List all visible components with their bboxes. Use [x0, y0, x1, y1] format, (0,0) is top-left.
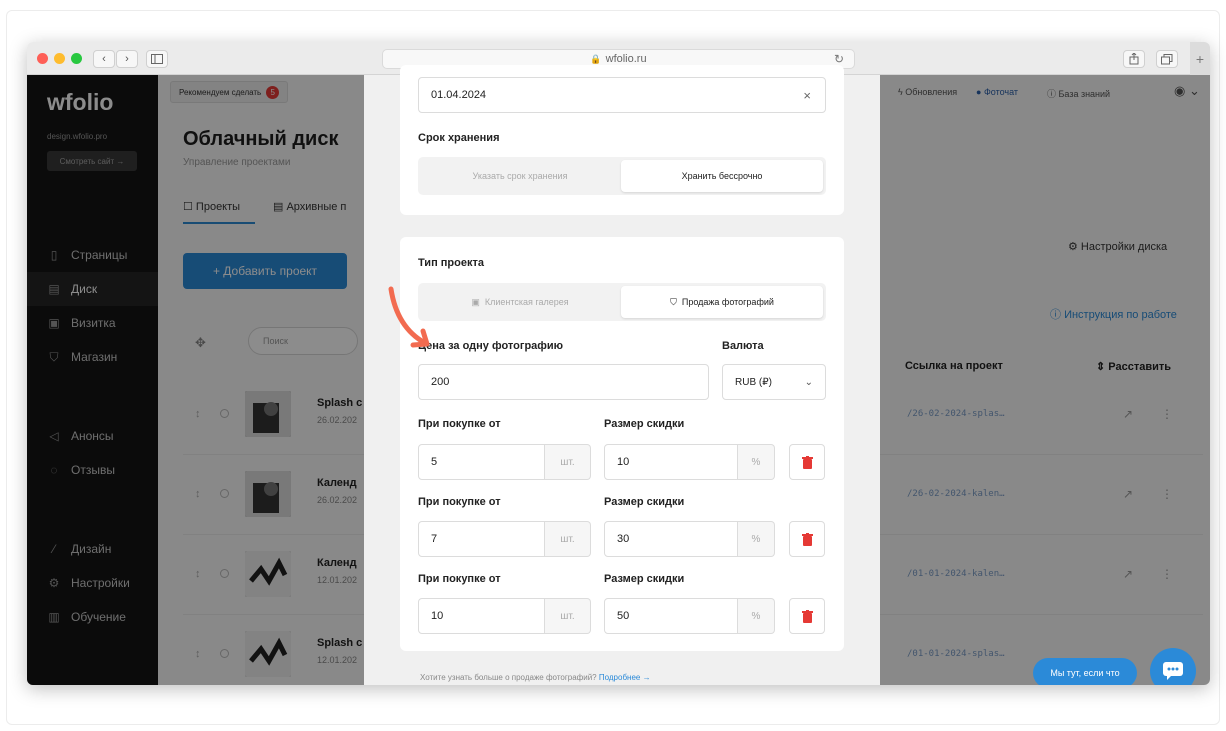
- percent-unit: %: [738, 598, 775, 634]
- image-icon: ▣: [471, 296, 480, 307]
- type-option-label: Продажа фотографий: [681, 297, 774, 307]
- cart-icon: ⛉: [670, 296, 677, 307]
- browser-window: ‹ › 🔒 wfolio.ru ↻ + wfolio design.wfolio…: [27, 42, 1210, 685]
- sidebar-icon: [151, 54, 163, 64]
- storage-toggle: Указать срок хранения Хранить бессрочно: [418, 157, 826, 195]
- storage-option-forever[interactable]: Хранить бессрочно: [621, 160, 823, 192]
- share-button[interactable]: [1123, 50, 1145, 68]
- storage-option-set-term[interactable]: Указать срок хранения: [421, 160, 619, 192]
- forward-button[interactable]: ›: [116, 50, 138, 68]
- trash-icon: [801, 609, 813, 623]
- share-icon: [1129, 53, 1139, 65]
- trash-icon: [801, 455, 813, 469]
- currency-label: Валюта: [722, 340, 764, 352]
- currency-value: RUB (₽): [735, 376, 772, 388]
- price-label: Цена за одну фотографию: [418, 340, 564, 352]
- storage-label: Срок хранения: [418, 132, 500, 144]
- tabs-icon: [1161, 53, 1173, 64]
- discount-percent-input[interactable]: 50: [604, 598, 738, 634]
- price-input[interactable]: 200: [418, 364, 709, 400]
- project-type-panel: Тип проекта ▣ Клиентская галерея ⛉ Продажа…: [400, 237, 844, 651]
- date-value: 01.04.2024: [431, 89, 487, 101]
- reload-icon[interactable]: ↻: [834, 52, 844, 66]
- close-window-button[interactable]: [37, 53, 48, 64]
- currency-select[interactable]: RUB (₽) ⌄: [722, 364, 826, 400]
- chevron-right-icon: ›: [125, 53, 129, 65]
- discount-qty-input[interactable]: 7: [418, 521, 545, 557]
- qty-unit: шт.: [545, 598, 591, 634]
- discount-size-label: Размер скидки: [604, 418, 685, 430]
- learn-more-note: Хотите узнать больше о продаже фотографи…: [420, 673, 651, 682]
- chat-prompt-button[interactable]: Мы тут, если что: [1033, 658, 1137, 685]
- lock-icon: 🔒: [590, 53, 602, 64]
- discount-percent-input[interactable]: 10: [604, 444, 738, 480]
- delete-discount-button[interactable]: [789, 521, 825, 557]
- project-type-toggle: ▣ Клиентская галерея ⛉ Продажа фотографий: [418, 283, 826, 321]
- discount-from-label: При покупке от: [418, 573, 501, 585]
- discount-from-label: При покупке от: [418, 418, 501, 430]
- learn-more-link[interactable]: Подробнее →: [599, 673, 651, 682]
- tabs-overview-button[interactable]: [1156, 50, 1178, 68]
- discount-size-label: Размер скидки: [604, 496, 685, 508]
- chevron-left-icon: ‹: [102, 53, 106, 65]
- type-option-label: Клиентская галерея: [484, 297, 569, 307]
- project-settings-modal: 01.04.2024 × Срок хранения Указать срок …: [364, 65, 880, 685]
- date-field[interactable]: 01.04.2024 ×: [418, 77, 826, 113]
- maximize-window-button[interactable]: [71, 53, 82, 64]
- percent-unit: %: [738, 521, 775, 557]
- storage-panel: 01.04.2024 × Срок хранения Указать срок …: [400, 65, 844, 215]
- discount-size-label: Размер скидки: [604, 573, 685, 585]
- project-type-label: Тип проекта: [418, 257, 484, 269]
- discount-qty-input[interactable]: 10: [418, 598, 545, 634]
- type-option-client-gallery[interactable]: ▣ Клиентская галерея: [421, 286, 619, 318]
- delete-discount-button[interactable]: [789, 598, 825, 634]
- clear-date-icon[interactable]: ×: [803, 88, 811, 103]
- discount-from-label: При покупке от: [418, 496, 501, 508]
- minimize-window-button[interactable]: [54, 53, 65, 64]
- chat-bubble-icon: [1163, 662, 1183, 680]
- qty-unit: шт.: [545, 444, 591, 480]
- type-option-photo-sales[interactable]: ⛉ Продажа фотографий: [621, 286, 823, 318]
- chevron-down-icon: ⌄: [804, 376, 813, 388]
- sidebar-toggle-button[interactable]: [146, 50, 168, 68]
- delete-discount-button[interactable]: [789, 444, 825, 480]
- trash-icon: [801, 532, 813, 546]
- annotation-arrow-icon: [388, 286, 430, 348]
- back-button[interactable]: ‹: [93, 50, 115, 68]
- percent-unit: %: [738, 444, 775, 480]
- url-text: wfolio.ru: [605, 53, 647, 65]
- page-content: wfolio design.wfolio.pro Смотреть сайт →…: [27, 65, 1210, 685]
- learn-more-text: Хотите узнать больше о продаже фотографи…: [420, 673, 597, 682]
- qty-unit: шт.: [545, 521, 591, 557]
- discount-qty-input[interactable]: 5: [418, 444, 545, 480]
- discount-percent-input[interactable]: 30: [604, 521, 738, 557]
- new-tab-button[interactable]: +: [1190, 42, 1210, 75]
